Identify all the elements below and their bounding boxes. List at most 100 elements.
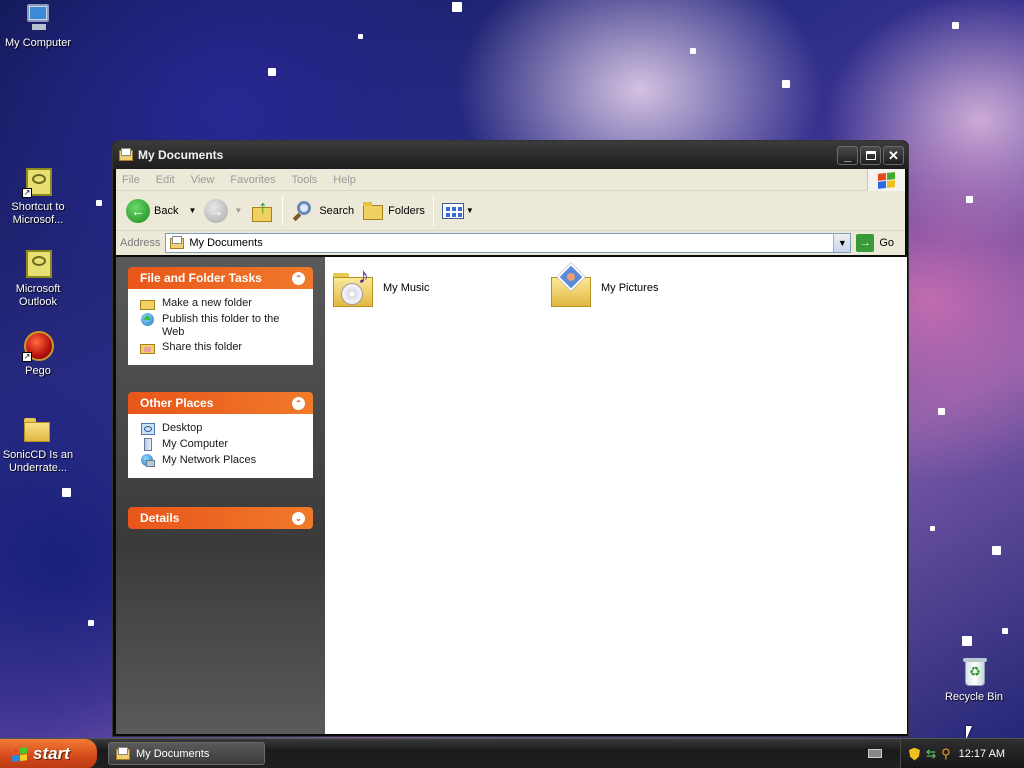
desktop-icon-my-computer[interactable]: My Computer: [0, 2, 76, 50]
views-button[interactable]: ▼: [438, 195, 478, 227]
system-tray: ⇆ ⚲ 12:17 AM: [900, 739, 1024, 768]
folder-my-music[interactable]: ♪ My Music: [331, 265, 429, 311]
address-label: Address: [120, 237, 161, 249]
toolbar: ← Back ▼ → ▼ ↑ Search Folders ▼: [116, 191, 905, 231]
security-shield-icon[interactable]: [909, 747, 920, 761]
recycle-bin-icon: ♻: [958, 656, 990, 688]
go-button[interactable]: → Go: [856, 234, 894, 252]
share-folder-icon: [140, 341, 156, 355]
outlook-icon: [22, 248, 54, 280]
place-label: My Computer: [162, 438, 229, 450]
address-field[interactable]: My Documents ▼: [165, 233, 852, 253]
start-button[interactable]: start: [0, 739, 97, 768]
desktop-icon-soniccd-folder[interactable]: SonicCD Is an Underrate...: [0, 414, 76, 475]
expand-icon[interactable]: ⌄: [292, 512, 305, 525]
folder-my-pictures[interactable]: My Pictures: [549, 262, 659, 311]
menu-edit[interactable]: Edit: [156, 174, 175, 186]
window-title: My Documents: [138, 148, 224, 162]
file-folder-tasks-panel: File and Folder Tasks ⌃ Make a new folde…: [128, 267, 313, 365]
collapse-icon[interactable]: ⌃: [292, 272, 305, 285]
search-label: Search: [319, 204, 355, 217]
keyboard-icon[interactable]: [868, 749, 882, 758]
place-label: My Network Places: [162, 454, 257, 466]
maximize-button[interactable]: [860, 146, 881, 165]
folders-button[interactable]: Folders: [358, 195, 429, 227]
desktop-icon-pego[interactable]: ↗ Pego: [0, 330, 76, 378]
desktop-icon-label: Recycle Bin: [944, 691, 1004, 703]
outlook-shortcut-icon: ↗: [22, 166, 54, 198]
menu-help[interactable]: Help: [333, 174, 356, 186]
place-my-network-places[interactable]: My Network Places: [140, 454, 303, 468]
task-label: Make a new folder: [162, 297, 252, 309]
menu-favorites[interactable]: Favorites: [230, 174, 275, 186]
network-icon[interactable]: ⇆: [926, 747, 936, 761]
address-dropdown-button[interactable]: ▼: [833, 234, 851, 252]
desktop-icon-microsoft-outlook[interactable]: Microsoft Outlook: [0, 248, 76, 309]
my-computer-icon: [22, 2, 54, 34]
pictures-folder-icon: [549, 262, 595, 311]
music-folder-icon: ♪: [331, 265, 377, 311]
back-dropdown-icon[interactable]: ▼: [188, 206, 196, 215]
clock[interactable]: 12:17 AM: [959, 748, 1005, 760]
panel-title: Details: [140, 511, 180, 525]
details-panel: Details ⌄: [128, 507, 313, 529]
desktop-icon-outlook-shortcut[interactable]: ↗ Shortcut to Microsof...: [0, 166, 76, 227]
pego-icon: ↗: [22, 330, 54, 362]
new-folder-icon: [140, 297, 156, 311]
menu-tools[interactable]: Tools: [292, 174, 318, 186]
folder-small-icon: [118, 148, 134, 162]
task-pane: File and Folder Tasks ⌃ Make a new folde…: [116, 257, 325, 734]
task-share-folder[interactable]: Share this folder: [140, 341, 303, 355]
maximize-icon: [865, 151, 876, 160]
windows-logo-icon: [12, 746, 27, 762]
close-icon: ✕: [888, 147, 899, 163]
place-desktop[interactable]: Desktop: [140, 422, 303, 436]
folders-label: Folders: [388, 204, 425, 217]
other-places-header[interactable]: Other Places ⌃: [128, 392, 313, 414]
back-button[interactable]: ← Back ▼: [122, 195, 200, 227]
go-arrow-icon: →: [856, 234, 875, 252]
file-list-area[interactable]: ♪ My Music My Pictures: [325, 257, 907, 734]
folder-label: My Music: [383, 282, 430, 294]
panel-title: Other Places: [140, 396, 214, 410]
menu-file[interactable]: File: [122, 174, 140, 186]
folder-icon: [22, 414, 54, 446]
folder-small-icon: [169, 236, 185, 250]
desktop-icon-label: Pego: [25, 365, 51, 377]
go-label: Go: [879, 237, 895, 249]
folders-icon: [362, 201, 384, 221]
task-make-new-folder[interactable]: Make a new folder: [140, 297, 303, 311]
up-folder-button[interactable]: ↑: [246, 195, 278, 227]
close-button[interactable]: ✕: [883, 146, 904, 165]
my-computer-icon: [140, 438, 156, 452]
place-label: Desktop: [162, 422, 203, 434]
search-icon: [291, 199, 315, 223]
folder-label: My Pictures: [601, 282, 659, 294]
forward-dropdown-icon[interactable]: ▼: [234, 206, 242, 215]
forward-button[interactable]: → ▼: [200, 195, 246, 227]
taskbar-item-label: My Documents: [136, 747, 210, 760]
desktop-icon: [140, 422, 156, 436]
details-header[interactable]: Details ⌄: [128, 507, 313, 529]
start-label: start: [33, 744, 70, 763]
minimize-button[interactable]: _: [837, 146, 858, 165]
search-button[interactable]: Search: [287, 195, 358, 227]
place-my-computer[interactable]: My Computer: [140, 438, 303, 452]
task-label: Share this folder: [162, 341, 243, 353]
task-label: Publish this folder to the Web: [162, 313, 280, 338]
title-bar[interactable]: My Documents _ ✕: [113, 141, 908, 169]
collapse-icon[interactable]: ⌃: [292, 397, 305, 410]
taskbar-item-my-documents[interactable]: My Documents: [108, 742, 265, 765]
forward-arrow-icon: →: [204, 198, 229, 223]
desktop-icon-label: Microsoft Outlook: [15, 283, 61, 308]
search-tray-icon[interactable]: ⚲: [941, 746, 951, 762]
file-folder-tasks-header[interactable]: File and Folder Tasks ⌃: [128, 267, 313, 289]
task-publish-to-web[interactable]: Publish this folder to the Web: [140, 313, 303, 339]
network-places-icon: [140, 454, 156, 468]
up-folder-icon: ↑: [250, 198, 274, 223]
explorer-window: My Documents _ ✕ File Edit View Favorite…: [112, 140, 909, 737]
desktop-icon-label: SonicCD Is an Underrate...: [2, 449, 74, 474]
other-places-panel: Other Places ⌃ Desktop My Computer My Ne…: [128, 392, 313, 478]
desktop-icon-recycle-bin[interactable]: ♻ Recycle Bin: [936, 656, 1012, 704]
menu-view[interactable]: View: [191, 174, 215, 186]
